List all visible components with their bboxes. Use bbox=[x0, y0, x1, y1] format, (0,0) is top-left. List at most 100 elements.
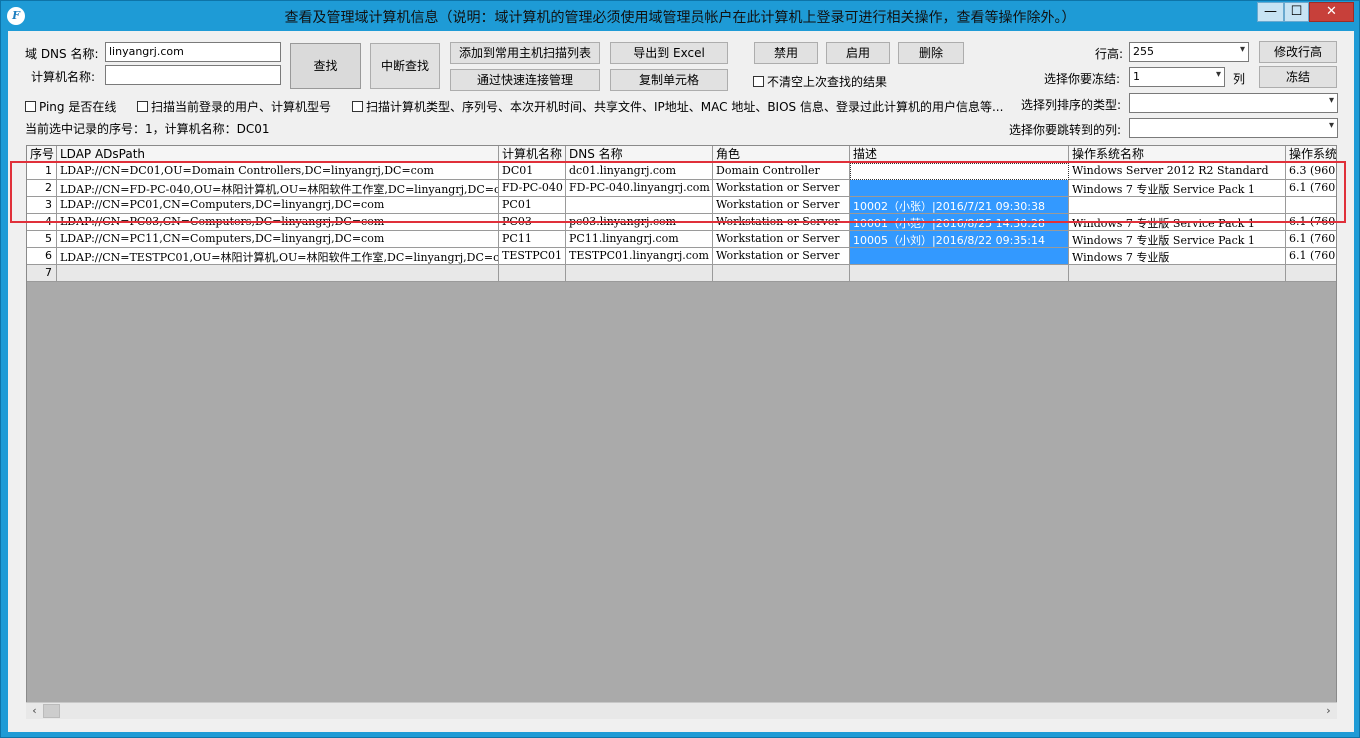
cell-ldap-path[interactable]: LDAP://CN=PC11,CN=Computers,DC=linyangrj… bbox=[57, 231, 499, 248]
cell-description[interactable]: 10001（小范）|2016/8/25 14:30:28 bbox=[850, 214, 1069, 231]
cell-seq[interactable]: 5 bbox=[27, 231, 57, 248]
scan-user-label: 扫描当前登录的用户、计算机型号 bbox=[151, 100, 332, 114]
scroll-thumb[interactable] bbox=[43, 704, 60, 718]
minimize-button[interactable]: — bbox=[1257, 2, 1284, 22]
cell-computer-name[interactable]: PC01 bbox=[499, 197, 566, 214]
keep-results-checkbox[interactable]: 不清空上次查找的结果 bbox=[753, 73, 887, 89]
cell-description[interactable]: 10005（小刘）|2016/8/22 09:35:14 bbox=[850, 231, 1069, 248]
header-dns-name[interactable]: DNS 名称 bbox=[566, 146, 713, 163]
computer-name-label: 计算机名称: bbox=[31, 70, 96, 84]
cell-seq[interactable]: 7 bbox=[27, 265, 57, 282]
cell-os-version[interactable]: 6.1 (760 bbox=[1286, 180, 1336, 197]
cell-ldap-path[interactable] bbox=[57, 265, 499, 282]
row-height-select[interactable]: 255 ▾ bbox=[1129, 42, 1249, 62]
cell-computer-name[interactable]: DC01 bbox=[499, 163, 566, 180]
chevron-down-icon: ▾ bbox=[1328, 95, 1334, 106]
chevron-down-icon: ▾ bbox=[1215, 69, 1221, 80]
cell-dns-name[interactable]: dc01.linyangrj.com bbox=[566, 163, 713, 180]
cell-description[interactable]: 10002（小张）|2016/7/21 09:30:38 bbox=[850, 197, 1069, 214]
disable-button[interactable]: 禁用 bbox=[754, 42, 818, 64]
cell-role[interactable] bbox=[713, 265, 850, 282]
cell-os-name[interactable]: Windows 7 专业版 Service Pack 1 bbox=[1069, 231, 1286, 248]
cell-os-name[interactable] bbox=[1069, 265, 1286, 282]
search-button[interactable]: 查找 bbox=[290, 43, 361, 89]
freeze-select[interactable]: 1 ▾ bbox=[1129, 67, 1225, 87]
header-os-version[interactable]: 操作系统 bbox=[1286, 146, 1336, 163]
maximize-button[interactable]: ☐ bbox=[1284, 2, 1309, 22]
enable-button[interactable]: 启用 bbox=[826, 42, 890, 64]
cell-dns-name[interactable]: PC11.linyangrj.com bbox=[566, 231, 713, 248]
main-window: F 查看及管理域计算机信息（说明：域计算机的管理必须使用域管理员帐户在此计算机上… bbox=[0, 0, 1360, 738]
header-ldap-path[interactable]: LDAP ADsPath bbox=[57, 146, 499, 163]
horizontal-scrollbar[interactable]: ‹ › bbox=[26, 702, 1337, 719]
cell-seq[interactable]: 6 bbox=[27, 248, 57, 265]
cell-os-name[interactable] bbox=[1069, 197, 1286, 214]
cell-os-version[interactable]: 6.1 (760 bbox=[1286, 231, 1336, 248]
freeze-label: 选择你要冻结: bbox=[1044, 72, 1121, 86]
scan-more-checkbox[interactable]: 扫描计算机类型、序列号、本次开机时间、共享文件、IP地址、MAC 地址、BIOS… bbox=[352, 98, 1003, 114]
cell-os-version[interactable]: 6.1 (760 bbox=[1286, 248, 1336, 265]
cell-computer-name[interactable]: PC03 bbox=[499, 214, 566, 231]
ping-checkbox[interactable]: Ping 是否在线 bbox=[25, 98, 116, 114]
add-scan-list-button[interactable]: 添加到常用主机扫描列表 bbox=[450, 42, 600, 64]
cell-computer-name[interactable]: PC11 bbox=[499, 231, 566, 248]
quick-connect-button[interactable]: 通过快速连接管理 bbox=[450, 69, 600, 91]
header-seq[interactable]: 序号 bbox=[27, 146, 57, 163]
cell-description[interactable] bbox=[850, 265, 1069, 282]
cell-seq[interactable]: 4 bbox=[27, 214, 57, 231]
cell-description[interactable] bbox=[850, 248, 1069, 265]
checkbox-box bbox=[753, 76, 764, 87]
freeze-button[interactable]: 冻结 bbox=[1259, 66, 1337, 88]
cell-description[interactable] bbox=[850, 163, 1069, 180]
cell-os-name[interactable]: Windows 7 专业版 Service Pack 1 bbox=[1069, 214, 1286, 231]
cell-os-version[interactable] bbox=[1286, 197, 1336, 214]
cell-dns-name[interactable] bbox=[566, 265, 713, 282]
cell-dns-name[interactable] bbox=[566, 197, 713, 214]
cell-dns-name[interactable]: TESTPC01.linyangrj.com bbox=[566, 248, 713, 265]
cell-ldap-path[interactable]: LDAP://CN=PC03,CN=Computers,DC=linyangrj… bbox=[57, 214, 499, 231]
modify-row-height-button[interactable]: 修改行高 bbox=[1259, 41, 1337, 63]
cell-dns-name[interactable]: FD-PC-040.linyangrj.com bbox=[566, 180, 713, 197]
copy-cell-button[interactable]: 复制单元格 bbox=[610, 69, 728, 91]
cell-os-version[interactable]: 6.1 (760 bbox=[1286, 214, 1336, 231]
cell-seq[interactable]: 1 bbox=[27, 163, 57, 180]
jump-col-select[interactable]: ▾ bbox=[1129, 118, 1338, 138]
header-description[interactable]: 描述 bbox=[850, 146, 1069, 163]
header-os-name[interactable]: 操作系统名称 bbox=[1069, 146, 1286, 163]
cell-os-version[interactable] bbox=[1286, 265, 1336, 282]
cell-ldap-path[interactable]: LDAP://CN=DC01,OU=Domain Controllers,DC=… bbox=[57, 163, 499, 180]
cell-os-name[interactable]: Windows Server 2012 R2 Standard bbox=[1069, 163, 1286, 180]
cell-computer-name[interactable] bbox=[499, 265, 566, 282]
stop-search-button[interactable]: 中断查找 bbox=[370, 43, 440, 89]
cell-computer-name[interactable]: TESTPC01 bbox=[499, 248, 566, 265]
cell-os-version[interactable]: 6.3 (960 bbox=[1286, 163, 1336, 180]
computer-name-input[interactable] bbox=[105, 65, 281, 85]
scroll-left-icon[interactable]: ‹ bbox=[26, 703, 43, 719]
cell-computer-name[interactable]: FD-PC-040 bbox=[499, 180, 566, 197]
cell-os-name[interactable]: Windows 7 专业版 bbox=[1069, 248, 1286, 265]
cell-role[interactable]: Workstation or Server bbox=[713, 231, 850, 248]
cell-role[interactable]: Workstation or Server bbox=[713, 180, 850, 197]
sort-type-select[interactable]: ▾ bbox=[1129, 93, 1338, 113]
cell-role[interactable]: Workstation or Server bbox=[713, 197, 850, 214]
cell-ldap-path[interactable]: LDAP://CN=PC01,CN=Computers,DC=linyangrj… bbox=[57, 197, 499, 214]
cell-seq[interactable]: 3 bbox=[27, 197, 57, 214]
scan-user-checkbox[interactable]: 扫描当前登录的用户、计算机型号 bbox=[137, 98, 331, 114]
cell-role[interactable]: Workstation or Server bbox=[713, 248, 850, 265]
dns-input[interactable]: linyangrj.com bbox=[105, 42, 281, 62]
cell-role[interactable]: Domain Controller bbox=[713, 163, 850, 180]
cell-dns-name[interactable]: pc03.linyangrj.com bbox=[566, 214, 713, 231]
cell-seq[interactable]: 2 bbox=[27, 180, 57, 197]
scroll-right-icon[interactable]: › bbox=[1320, 703, 1337, 719]
computer-grid[interactable]: 序号 LDAP ADsPath 计算机名称 DNS 名称 角色 描述 操作系统名称 操作系统 1… bbox=[26, 145, 1337, 718]
export-excel-button[interactable]: 导出到 Excel bbox=[610, 42, 728, 64]
cell-description[interactable] bbox=[850, 180, 1069, 197]
cell-ldap-path[interactable]: LDAP://CN=TESTPC01,OU=林阳计算机,OU=林阳软件工作室,D… bbox=[57, 248, 499, 265]
cell-role[interactable]: Workstation or Server bbox=[713, 214, 850, 231]
delete-button[interactable]: 删除 bbox=[898, 42, 964, 64]
cell-ldap-path[interactable]: LDAP://CN=FD-PC-040,OU=林阳计算机,OU=林阳软件工作室,… bbox=[57, 180, 499, 197]
header-computer-name[interactable]: 计算机名称 bbox=[499, 146, 566, 163]
cell-os-name[interactable]: Windows 7 专业版 Service Pack 1 bbox=[1069, 180, 1286, 197]
header-role[interactable]: 角色 bbox=[713, 146, 850, 163]
close-button[interactable]: ✕ bbox=[1309, 2, 1354, 22]
